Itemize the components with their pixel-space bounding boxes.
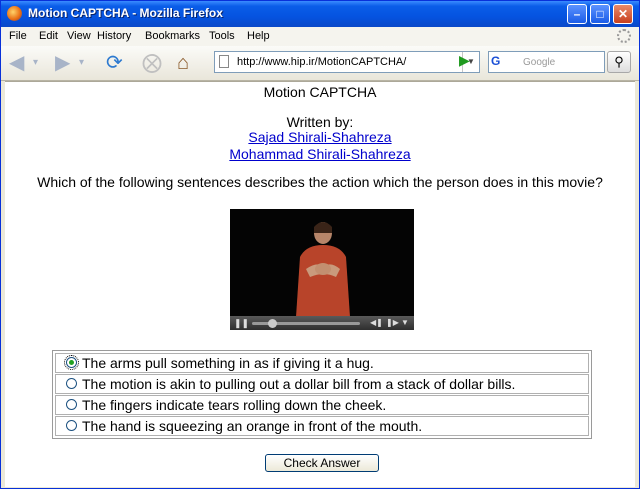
radio-option-3[interactable] [66, 399, 77, 410]
search-box[interactable]: G Google [488, 51, 605, 73]
menu-dropdown-icon[interactable]: ▼ [401, 318, 409, 327]
reload-icon[interactable]: ⟳ [106, 52, 123, 74]
go-icon[interactable]: ▶ [459, 52, 470, 69]
volume-icon[interactable]: ◀❚ [370, 318, 383, 327]
menu-history[interactable]: History [97, 30, 131, 42]
forward-history-dropdown-icon[interactable]: ▾ [79, 52, 84, 74]
person-video-frame [296, 222, 350, 317]
menu-bar: File Edit View History Bookmarks Tools H… [1, 27, 639, 47]
firefox-icon [7, 6, 22, 21]
video-player[interactable]: ❚❚ ◀❚ ❚▶ ▼ [230, 209, 414, 330]
radio-option-2[interactable] [66, 378, 77, 389]
back-icon[interactable]: ◀ [9, 52, 24, 74]
page-icon [219, 55, 229, 68]
url-text[interactable]: http://www.hip.ir/MotionCAPTCHA/ [237, 56, 406, 68]
home-icon[interactable]: ⌂ [177, 52, 189, 74]
answer-option[interactable]: The fingers indicate tears rolling down … [55, 395, 589, 415]
written-by-label: Written by: [286, 114, 354, 130]
activity-throbber-icon [617, 29, 631, 43]
stop-icon[interactable]: ⨂ [142, 52, 162, 74]
pause-icon[interactable]: ❚❚ [234, 318, 249, 329]
answer-option[interactable]: The motion is akin to pulling out a doll… [55, 374, 589, 394]
menu-help[interactable]: Help [247, 30, 270, 42]
option-label[interactable]: The fingers indicate tears rolling down … [82, 397, 386, 413]
answer-option[interactable]: The arms pull something in as if giving … [55, 353, 589, 373]
forward-icon[interactable]: ▶ [55, 52, 70, 74]
author-link-1[interactable]: Sajad Shirali-Shahreza [248, 129, 391, 145]
seek-handle[interactable] [268, 319, 277, 328]
search-icon[interactable]: ⚲ [607, 51, 631, 73]
menu-file[interactable]: File [9, 30, 27, 42]
title-bar[interactable]: Motion CAPTCHA - Mozilla Firefox – □ ✕ [1, 1, 639, 27]
video-controls: ❚❚ ◀❚ ❚▶ ▼ [230, 316, 414, 330]
question-text: Which of the following sentences describ… [37, 174, 603, 190]
option-label[interactable]: The motion is akin to pulling out a doll… [82, 376, 515, 392]
back-history-dropdown-icon[interactable]: ▾ [33, 52, 38, 74]
check-answer-button[interactable]: Check Answer [265, 454, 379, 472]
browser-window: Motion CAPTCHA - Mozilla Firefox – □ ✕ F… [0, 0, 640, 489]
radio-option-4[interactable] [66, 420, 77, 431]
search-placeholder[interactable]: Google [523, 57, 555, 68]
maximize-button[interactable]: □ [590, 4, 610, 24]
menu-view[interactable]: View [67, 30, 91, 42]
answer-option[interactable]: The hand is squeezing an orange in front… [55, 416, 589, 436]
menu-tools[interactable]: Tools [209, 30, 235, 42]
step-forward-icon[interactable]: ❚▶ [386, 318, 399, 327]
page-title: Motion CAPTCHA [263, 84, 377, 100]
answer-options: The arms pull something in as if giving … [52, 350, 592, 439]
menu-bookmarks[interactable]: Bookmarks [145, 30, 200, 42]
page-content: Motion CAPTCHA Written by: Sajad Shirali… [5, 81, 635, 487]
url-bar[interactable]: http://www.hip.ir/MotionCAPTCHA/ ▼ [214, 51, 480, 73]
radio-option-1[interactable] [64, 355, 79, 370]
minimize-button[interactable]: – [567, 4, 587, 24]
close-button[interactable]: ✕ [613, 4, 633, 24]
window-title: Motion CAPTCHA - Mozilla Firefox [28, 6, 223, 20]
option-label[interactable]: The arms pull something in as if giving … [82, 355, 374, 371]
author-link-2[interactable]: Mohammad Shirali-Shahreza [229, 146, 410, 162]
option-label[interactable]: The hand is squeezing an orange in front… [82, 418, 422, 434]
search-engine-icon[interactable]: G [491, 54, 519, 70]
menu-edit[interactable]: Edit [39, 30, 58, 42]
